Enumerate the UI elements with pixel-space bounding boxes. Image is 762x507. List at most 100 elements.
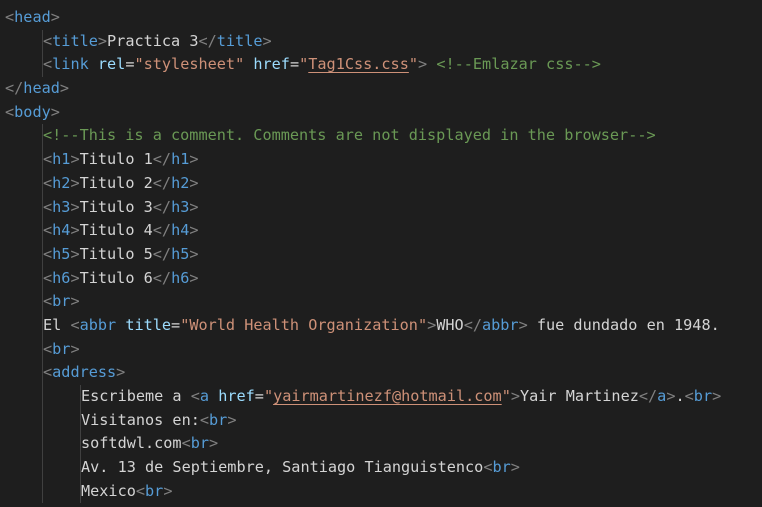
code-line[interactable]: <h2>Titulo 2</h2> (0, 171, 762, 196)
token-bracket: < (43, 244, 53, 263)
code-line[interactable]: El <abbr title="World Health Organizatio… (0, 313, 762, 338)
token-bracket: > (189, 268, 199, 287)
code-line-content: <link rel="stylesheet" href="Tag1Css.css… (5, 55, 601, 73)
token-tag: br (52, 292, 71, 311)
code-line[interactable]: </head> (0, 77, 762, 101)
token-str: " (263, 387, 274, 405)
code-line[interactable]: <head> (0, 6, 762, 30)
token-text: Visitanos en: (81, 410, 200, 429)
code-line-content: <title>Practica 3</title> (5, 32, 272, 50)
token-bracket: > (70, 244, 80, 263)
indent-guide (42, 361, 43, 385)
token-bracket: </ (463, 315, 482, 334)
token-text: Mexico (81, 481, 136, 500)
token-bracket: > (163, 481, 173, 500)
token-str: " (299, 55, 309, 74)
indent-guide (42, 171, 43, 196)
token-text: Yair Martinez (520, 387, 639, 405)
code-line[interactable]: Av. 13 de Septiembre, Santiago Tianguist… (0, 456, 762, 480)
token-tag: h4 (171, 221, 190, 240)
code-line[interactable]: <h3>Titulo 3</h3> (0, 195, 762, 220)
token-eq: = (171, 315, 181, 334)
code-line-content: <head> (5, 8, 60, 26)
token-bracket: > (189, 173, 199, 192)
token-bracket: > (189, 221, 199, 240)
token-text: Practica 3 (107, 31, 199, 50)
token-bracket: </ (198, 31, 217, 50)
token-tag: br (52, 339, 71, 358)
token-strlink: yairmartinezf@hotmail.com (273, 387, 502, 405)
code-line[interactable]: <!--This is a comment. Comments are not … (0, 124, 762, 149)
token-tag: h1 (52, 150, 71, 169)
indent-guide (80, 479, 81, 504)
token-eq: = (289, 55, 300, 74)
code-line[interactable]: <body> (0, 101, 762, 125)
token-bracket: < (43, 55, 53, 74)
code-line[interactable]: <h4>Titulo 4</h4> (0, 219, 762, 243)
code-line[interactable]: Mexico<br> (0, 479, 762, 504)
token-bracket: </ (152, 268, 172, 287)
token-tag: h1 (171, 150, 190, 169)
token-bracket: > (70, 339, 80, 358)
indent-guide (42, 408, 43, 433)
token-attr: rel (97, 55, 126, 74)
code-line[interactable]: <link rel="stylesheet" href="Tag1Css.css… (0, 53, 762, 78)
code-line[interactable]: <address> (0, 361, 762, 385)
token-text: WHO (436, 315, 464, 334)
token-text: fue dundado en 1948. (527, 315, 720, 334)
token-tag: h3 (52, 197, 71, 216)
indent-guide (42, 242, 43, 267)
code-line[interactable]: <title>Practica 3</title> (0, 29, 762, 54)
token-bracket: < (43, 31, 53, 50)
token-comment: <!--This is a comment. Comments are not … (43, 126, 656, 145)
code-line[interactable]: <h1>Titulo 1</h1> (0, 148, 762, 172)
token-bracket: < (199, 410, 210, 429)
token-tag: head (23, 79, 60, 98)
code-line-content: <body> (5, 103, 60, 121)
token-bracket: > (50, 102, 60, 121)
token-tag: br (145, 481, 164, 500)
indent-guide (80, 432, 81, 457)
token-tag: h4 (52, 221, 71, 240)
token-text: softdwl.com (81, 434, 182, 453)
token-eq: = (254, 387, 264, 405)
token-bracket: > (70, 292, 80, 311)
token-tag: br (190, 434, 210, 453)
token-tag: h5 (171, 244, 190, 263)
code-line[interactable]: <h6>Titulo 6</h6> (0, 266, 762, 291)
code-line[interactable]: <br> (0, 290, 762, 314)
indent-guide (42, 53, 43, 78)
token-tag: head (14, 8, 51, 26)
code-line[interactable]: Escribeme a <a href="yairmartinezf@hotma… (0, 385, 762, 409)
token-text: El (43, 315, 71, 334)
token-bracket: > (712, 387, 722, 405)
token-bracket: </ (5, 79, 24, 98)
token-str: " (408, 55, 419, 74)
indent-guide (80, 456, 81, 480)
token-tag: h5 (52, 244, 71, 263)
code-line-content: <address> (5, 363, 125, 381)
token-tag: br (209, 410, 228, 429)
indent-guide (42, 29, 43, 54)
code-line-content: Visitanos en:<br> (5, 411, 236, 429)
code-line[interactable]: softdwl.com<br> (0, 432, 762, 457)
code-editor[interactable]: <head> <title>Practica 3</title> <link rel… (0, 0, 762, 507)
code-line-content: <!--This is a comment. Comments are not … (5, 126, 656, 144)
code-line[interactable]: Visitanos en:<br> (0, 408, 762, 433)
token-tag: title (216, 31, 263, 50)
code-line[interactable]: <h5>Titulo 5</h5> (0, 242, 762, 267)
token-tag: br (492, 458, 511, 477)
token-bracket: < (43, 173, 53, 192)
indent-guide (42, 124, 43, 149)
token-bracket: </ (638, 387, 658, 405)
token-bracket: < (43, 221, 53, 240)
indent-guide (42, 479, 43, 504)
token-bracket: > (418, 55, 428, 74)
code-line[interactable]: <br> (0, 337, 762, 362)
token-tag: link (52, 55, 89, 74)
token-tag: h6 (52, 268, 71, 287)
token-bracket: > (70, 150, 80, 169)
